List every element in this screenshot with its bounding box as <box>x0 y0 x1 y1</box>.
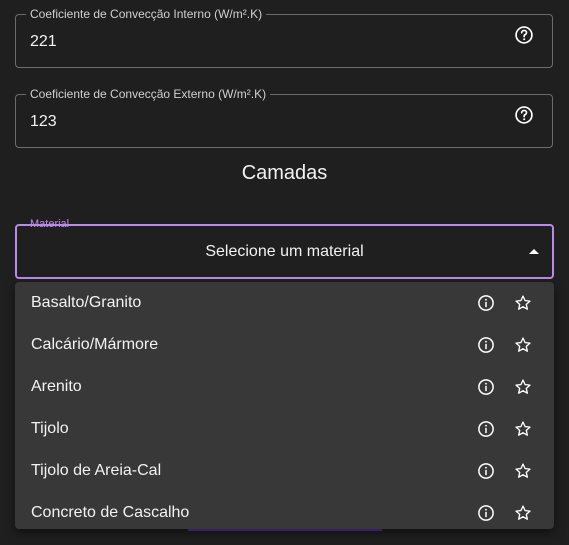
star-outline-icon[interactable] <box>514 504 532 522</box>
menu-item-concreto-cascalho[interactable]: Concreto de Cascalho <box>15 492 554 529</box>
menu-item-tijolo[interactable]: Tijolo <box>15 408 554 450</box>
external-convection-field[interactable]: Coeficiente de Convecção Externo (W/m².K… <box>15 87 553 148</box>
page: Coeficiente de Convecção Interno (W/m².K… <box>0 0 569 545</box>
menu-item-label: Concreto de Cascalho <box>31 504 190 521</box>
material-dropdown-menu: Basalto/Granito Calcário/Mármore Arenito… <box>15 282 554 529</box>
star-outline-icon[interactable] <box>514 420 532 438</box>
menu-item-calcario-marmore[interactable]: Calcário/Mármore <box>15 324 554 366</box>
material-select-label: Material <box>30 218 70 230</box>
menu-item-label: Arenito <box>31 378 82 395</box>
info-circle-icon[interactable] <box>477 462 495 480</box>
info-circle-icon[interactable] <box>477 420 495 438</box>
material-select-value: Selecione um material <box>205 243 364 260</box>
menu-item-label: Tijolo de Areia-Cal <box>31 462 162 479</box>
material-select[interactable]: Material Selecione um material <box>15 218 554 279</box>
info-circle-icon[interactable] <box>477 504 495 522</box>
star-outline-icon[interactable] <box>514 294 532 312</box>
internal-convection-value[interactable]: 221 <box>30 32 57 52</box>
star-outline-icon[interactable] <box>514 378 532 396</box>
menu-item-arenito[interactable]: Arenito <box>15 366 554 408</box>
info-circle-icon[interactable] <box>477 294 495 312</box>
section-title: Camadas <box>241 162 328 184</box>
caret-up-icon[interactable] <box>529 249 539 254</box>
info-circle-icon[interactable] <box>477 336 495 354</box>
menu-item-basalto-granito[interactable]: Basalto/Granito <box>15 282 554 324</box>
internal-convection-field[interactable]: Coeficiente de Convecção Interno (W/m².K… <box>15 7 553 68</box>
help-icon[interactable] <box>514 25 534 45</box>
help-icon[interactable] <box>514 105 534 125</box>
info-circle-icon[interactable] <box>477 378 495 396</box>
external-convection-value[interactable]: 123 <box>30 112 57 132</box>
external-convection-label: Coeficiente de Convecção Externo (W/m².K… <box>26 87 271 101</box>
menu-item-tijolo-areia-cal[interactable]: Tijolo de Areia-Cal <box>15 450 554 492</box>
star-outline-icon[interactable] <box>514 336 532 354</box>
star-outline-icon[interactable] <box>514 462 532 480</box>
menu-item-label: Basalto/Granito <box>31 294 142 311</box>
menu-item-label: Calcário/Mármore <box>31 336 159 353</box>
internal-convection-label: Coeficiente de Convecção Interno (W/m².K… <box>26 7 267 21</box>
menu-item-label: Tijolo <box>31 420 69 437</box>
